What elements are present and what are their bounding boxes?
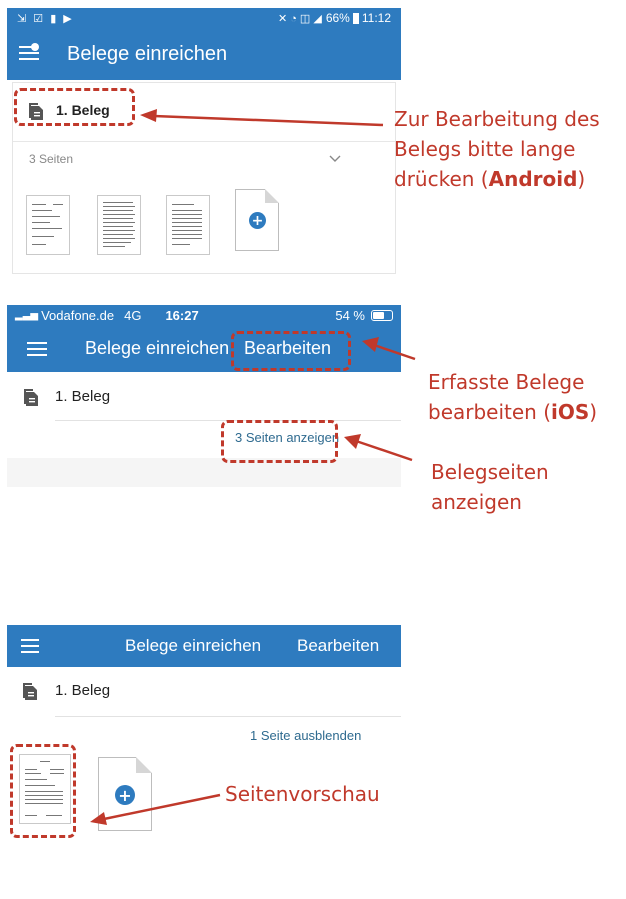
android-time: 11:12 [361,11,391,25]
signal-icons: ✕ ◔ ◫ ◢ [277,12,322,25]
android-pages-label: 3 Seiten [29,152,74,166]
ios-list: 1. Beleg 3 Seiten anzeigen [7,372,401,487]
arrow-ios-edit [362,337,416,361]
menu-icon[interactable] [27,342,47,356]
ios2-edit-button[interactable]: Bearbeiten [297,636,379,656]
chevron-down-icon[interactable] [329,155,341,163]
annotation-android: Zur Bearbeitung des Belegs bitte lange d… [394,107,600,191]
document-icon [23,683,37,700]
ios-title: Belege einreichen [85,338,230,358]
ios2-beleg-label: 1. Beleg [55,682,111,699]
android-status-icons-left: ⇲ ☑ ▮ ▶ [17,12,74,25]
menu-icon[interactable] [19,43,39,62]
ios-status-bar: ▂▃▅ Vodafone.de 4G 16:27 54 % [7,305,401,325]
ios2-beleg-row[interactable]: 1. Beleg [7,667,401,715]
ios2-title: Belege einreichen [125,636,262,655]
annotation-page-preview: Seitenvorschau [225,782,380,806]
highlight-page-preview [10,744,76,838]
arrow-ios-show-pages [344,434,413,462]
annotation-ios-show-pages: Belegseiten anzeigen [431,460,549,514]
highlight-ios-edit [231,331,351,371]
ios-carrier: Vodafone.de [41,307,115,323]
highlight-android-beleg [14,88,135,126]
arrow-page-preview [90,793,221,825]
arrow-android [140,109,384,127]
add-page-icon: + [249,212,266,229]
ios-network: 4G [124,307,142,323]
android-title: Belege einreichen [67,43,228,65]
annotation-ios-edit: Erfasste Belege bearbeiten (iOS) [428,370,598,424]
android-app-bar: Belege einreichen [7,28,401,80]
page-thumbnail-1[interactable] [26,195,70,255]
battery-icon [352,12,359,24]
ios2-hide-pages-link[interactable]: 1 Seite ausblenden [250,728,361,743]
ios-time: 16:27 [165,307,199,323]
page-thumbnail-3[interactable] [166,195,210,255]
battery-icon [371,309,393,321]
battery-percent: 66% [325,11,350,25]
menu-icon[interactable] [21,639,39,653]
ios-battery: 54 % [335,307,365,323]
android-status-bar: ⇲ ☑ ▮ ▶ ✕ ◔ ◫ ◢ 66% 11:12 [7,8,401,28]
ios-beleg-row[interactable]: 1. Beleg [7,372,401,420]
page-thumbnail-2[interactable] [97,195,141,255]
highlight-ios-show-pages [221,420,338,463]
signal-icon: ▂▃▅ [15,309,39,321]
add-page-button[interactable]: + [235,189,279,251]
ios-beleg-label: 1. Beleg [55,388,111,405]
document-icon [24,389,38,406]
ios2-nav-bar: Belege einreichen Bearbeiten [7,625,401,667]
